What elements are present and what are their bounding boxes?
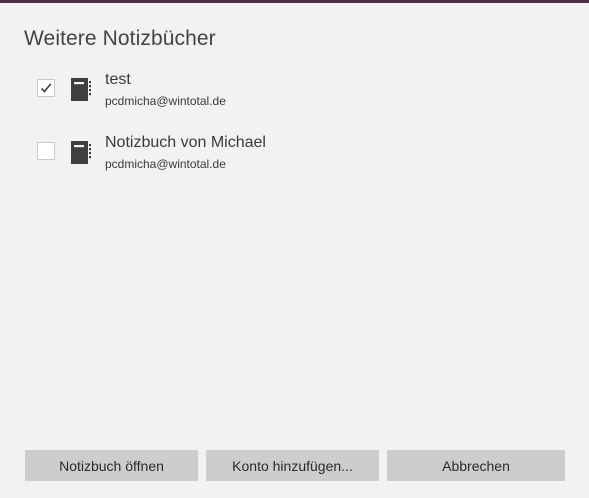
notebook-name: test [105,71,131,88]
notebook-name: Notizbuch von Michael [105,134,266,151]
open-notebook-button[interactable]: Notizbuch öffnen [25,450,198,481]
add-account-button[interactable]: Konto hinzufügen... [206,450,379,481]
dialog-title: Weitere Notizbücher [24,27,216,50]
notebook-list-item[interactable]: Notizbuch von Michael pcdmicha@wintotal.… [0,129,589,181]
checkmark-icon [40,83,52,93]
notebook-list-item[interactable]: test pcdmicha@wintotal.de [0,66,589,118]
window-top-border [0,0,589,3]
notebook-icon [71,78,91,101]
notebook-checkbox[interactable] [37,79,55,97]
cancel-button[interactable]: Abbrechen [387,450,565,481]
notebook-account: pcdmicha@wintotal.de [105,94,226,108]
notebook-checkbox[interactable] [37,142,55,160]
notebook-account: pcdmicha@wintotal.de [105,157,226,171]
notebook-icon [71,141,91,164]
